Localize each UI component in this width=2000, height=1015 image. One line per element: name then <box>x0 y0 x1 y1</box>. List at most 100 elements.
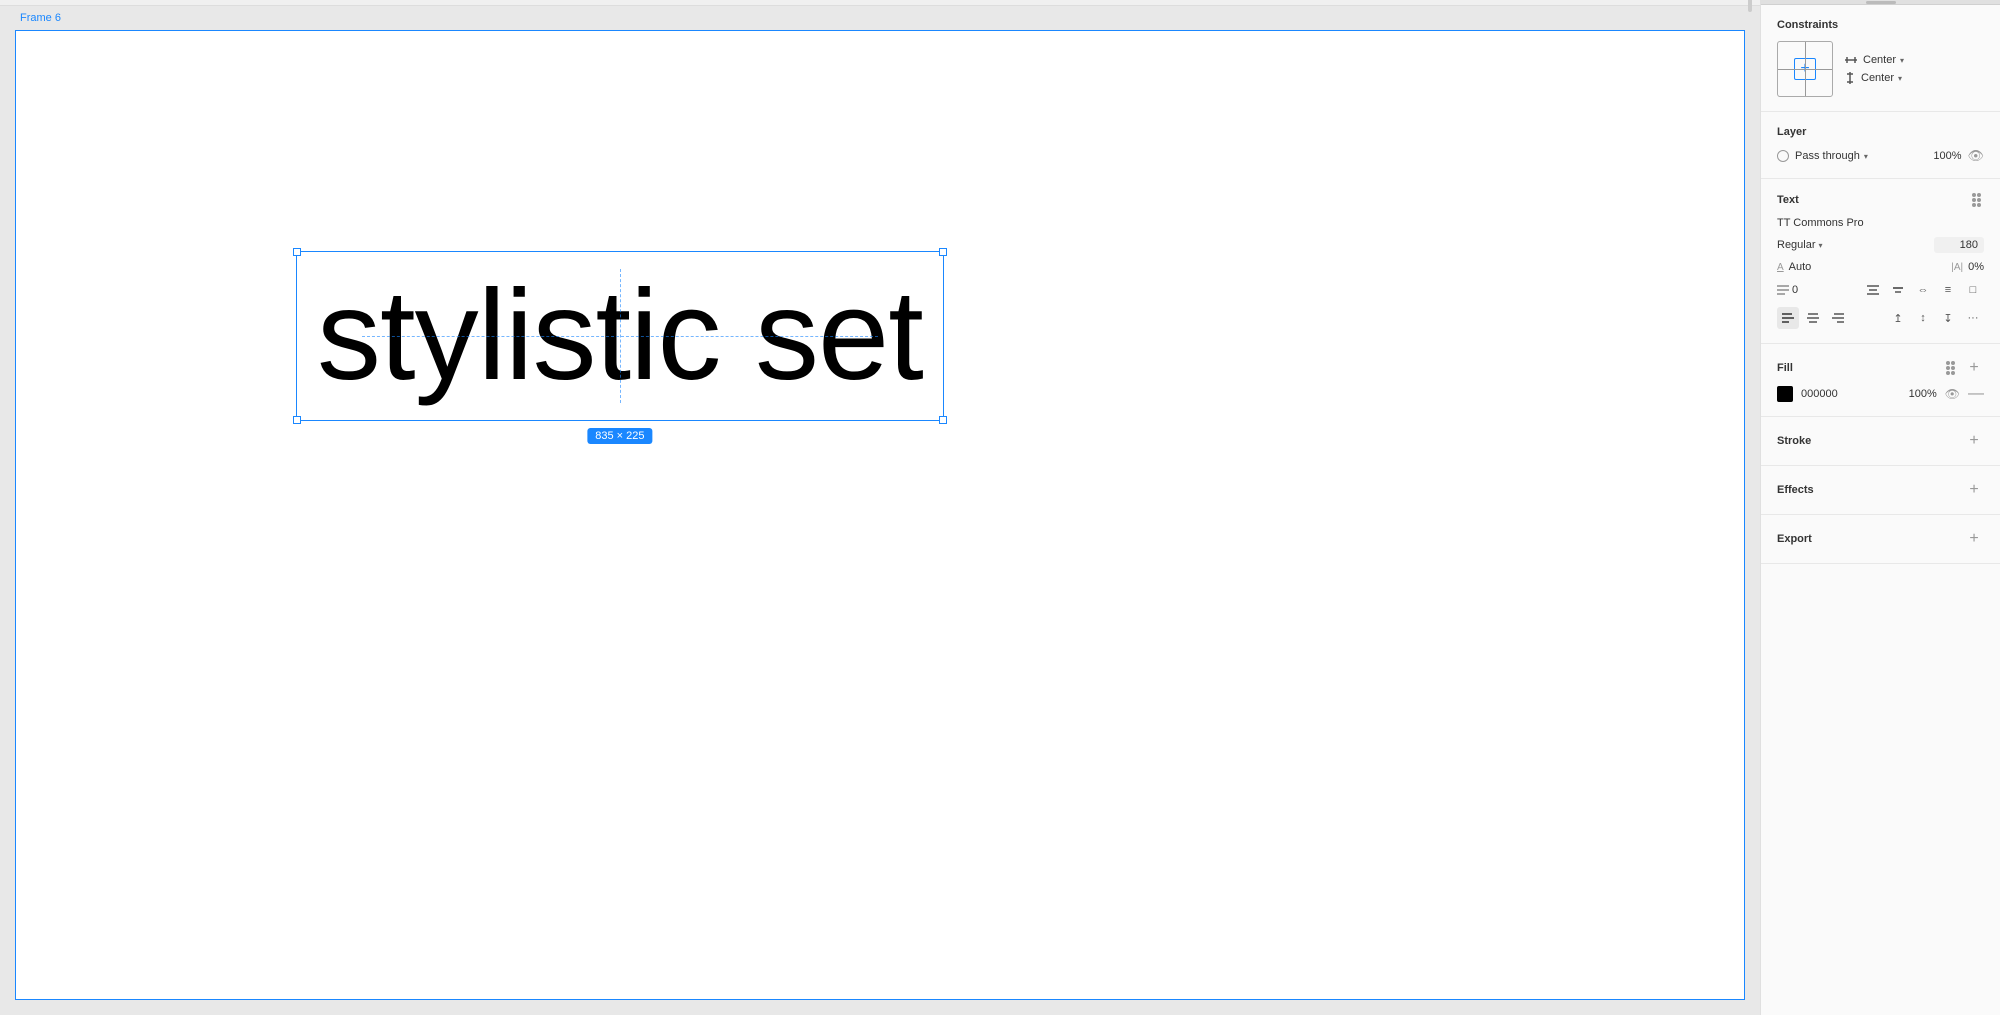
selection-box: stylistic set 835 × 225 <box>296 251 944 421</box>
visibility-icon[interactable]: 👁 <box>1967 148 1984 164</box>
export-title: Export <box>1777 533 1812 545</box>
handle-top-right[interactable] <box>939 248 947 256</box>
v-align-row: ↥ ↕ ↧ ··· <box>1887 307 1984 329</box>
effects-title: Effects <box>1777 484 1814 496</box>
right-panel: Constraints + Center ▾ <box>1760 0 2000 1015</box>
text-section-header: Text <box>1777 193 1984 207</box>
handle-bottom-left[interactable] <box>293 416 301 424</box>
v-constraint-icon <box>1845 72 1855 84</box>
fill-hex-value[interactable]: 000000 <box>1801 388 1901 400</box>
h-constraint-arrow: ▾ <box>1900 56 1904 65</box>
constraints-title: Constraints <box>1777 19 1838 31</box>
layer-row: Pass through ▾ 100% 👁 <box>1777 148 1984 164</box>
line-height-icon: A <box>1777 262 1784 273</box>
font-weight-label: Regular <box>1777 239 1816 251</box>
fill-color-swatch[interactable] <box>1777 386 1793 402</box>
align-center-h-btn[interactable] <box>1887 279 1909 301</box>
fill-opacity-value[interactable]: 100% <box>1909 388 1937 400</box>
stroke-section: Stroke + <box>1761 417 2000 466</box>
fill-section: Fill + 000000 100% 👁 — <box>1761 344 2000 417</box>
layer-opacity-area: 100% 👁 <box>1933 148 1984 164</box>
align-center-icon <box>1807 312 1819 324</box>
font-size-input[interactable] <box>1934 237 1984 253</box>
resize-mode-btn[interactable]: □ <box>1962 279 1984 301</box>
frame-label: Frame 6 <box>20 12 61 24</box>
paragraph-spacing-icon <box>1777 284 1789 296</box>
fill-title: Fill <box>1777 362 1793 374</box>
blend-mode-label: Pass through <box>1795 150 1860 162</box>
export-section: Export + <box>1761 515 2000 564</box>
constraint-horizontal[interactable]: Center ▾ <box>1845 54 1984 66</box>
align-left-btn[interactable] <box>1777 307 1799 329</box>
font-name-row[interactable]: TT Commons Pro <box>1777 217 1984 229</box>
panel-resize-bar <box>0 0 1760 6</box>
paragraph-align-row: 0 ⇔ ≡ <box>1777 279 1984 301</box>
text-align-section: ↥ ↕ ↧ ··· <box>1777 307 1984 329</box>
valign-bottom-btn[interactable]: ↧ <box>1937 307 1959 329</box>
font-weight-dropdown[interactable]: Regular ▾ <box>1777 239 1823 251</box>
layer-title: Layer <box>1777 126 1806 138</box>
stroke-title: Stroke <box>1777 435 1811 447</box>
layer-section: Layer Pass through ▾ 100% 👁 <box>1761 112 2000 179</box>
align-center-btn[interactable] <box>1802 307 1824 329</box>
fill-header-row: Fill + <box>1777 358 1984 378</box>
align-right-btn[interactable]: ⇔ <box>1912 279 1934 301</box>
panel-drag-bar <box>1866 1 1896 4</box>
text-more-btn[interactable]: ··· <box>1962 307 1984 329</box>
stroke-header-row: Stroke + <box>1777 431 1984 451</box>
tracking-value: 0% <box>1968 261 1984 273</box>
align-center-h-icon <box>1892 284 1904 296</box>
constraints-grid: + Center ▾ <box>1777 41 1984 97</box>
center-v-line <box>620 269 621 403</box>
effects-header-row: Effects + <box>1777 480 1984 500</box>
fill-visibility-icon[interactable]: 👁 <box>1945 387 1960 401</box>
align-justify-btn[interactable]: ≡ <box>1937 279 1959 301</box>
font-weight-arrow: ▾ <box>1819 241 1823 250</box>
h-constraint-icon <box>1845 55 1857 65</box>
effects-section: Effects + <box>1761 466 2000 515</box>
line-height-prop[interactable]: A Auto <box>1777 261 1811 273</box>
stroke-add-btn[interactable]: + <box>1964 431 1984 451</box>
fill-header-actions: + <box>1946 358 1984 378</box>
constraint-inner-box: + <box>1794 58 1816 80</box>
v-constraint-arrow: ▾ <box>1898 74 1902 83</box>
constraint-options: Center ▾ Center ▾ <box>1845 54 1984 84</box>
blend-mode-icon <box>1777 150 1789 162</box>
fill-options-icon[interactable] <box>1946 361 1958 375</box>
dimension-label: 835 × 225 <box>587 428 652 444</box>
text-options-icon[interactable] <box>1972 193 1984 207</box>
blend-mode-arrow: ▾ <box>1864 152 1868 161</box>
text-section-title: Text <box>1777 194 1799 206</box>
tracking-prop[interactable]: |A| 0% <box>1951 261 1984 273</box>
blend-mode-dropdown[interactable]: Pass through ▾ <box>1795 150 1868 162</box>
align-right-icon <box>1832 312 1844 324</box>
text-decoration-row: ⇔ ≡ □ <box>1862 279 1984 301</box>
align-stretch-btn[interactable] <box>1862 279 1884 301</box>
export-add-btn[interactable]: + <box>1964 529 1984 549</box>
constraint-diagram[interactable]: + <box>1777 41 1833 97</box>
fill-remove-btn[interactable]: — <box>1968 386 1984 402</box>
handle-top-left[interactable] <box>293 248 301 256</box>
align-stretch-icon <box>1867 284 1879 296</box>
align-left-icon <box>1782 312 1794 324</box>
canvas-area: Frame 6 stylistic set 835 × 225 <box>0 0 1760 1015</box>
constraints-section: Constraints + Center ▾ <box>1761 5 2000 112</box>
paragraph-spacing-value: 0 <box>1792 284 1798 296</box>
constraint-vertical[interactable]: Center ▾ <box>1845 72 1984 84</box>
h-align-row <box>1777 307 1849 329</box>
align-right-text-btn[interactable] <box>1827 307 1849 329</box>
fill-add-btn[interactable]: + <box>1964 358 1984 378</box>
effects-add-btn[interactable]: + <box>1964 480 1984 500</box>
text-selection-wrapper[interactable]: stylistic set 835 × 225 <box>296 251 944 421</box>
constraint-plus-icon: + <box>1800 61 1809 77</box>
valign-middle-btn[interactable]: ↕ <box>1912 307 1934 329</box>
fill-row: 000000 100% 👁 — <box>1777 386 1984 402</box>
valign-top-btn[interactable]: ↥ <box>1887 307 1909 329</box>
handle-bottom-right[interactable] <box>939 416 947 424</box>
resize-handle[interactable] <box>1748 0 1752 12</box>
export-header-row: Export + <box>1777 529 1984 549</box>
opacity-value[interactable]: 100% <box>1933 150 1961 162</box>
frame-border: stylistic set 835 × 225 <box>15 30 1745 1000</box>
paragraph-spacing-prop[interactable]: 0 <box>1777 284 1798 296</box>
h-constraint-label: Center <box>1863 54 1896 66</box>
